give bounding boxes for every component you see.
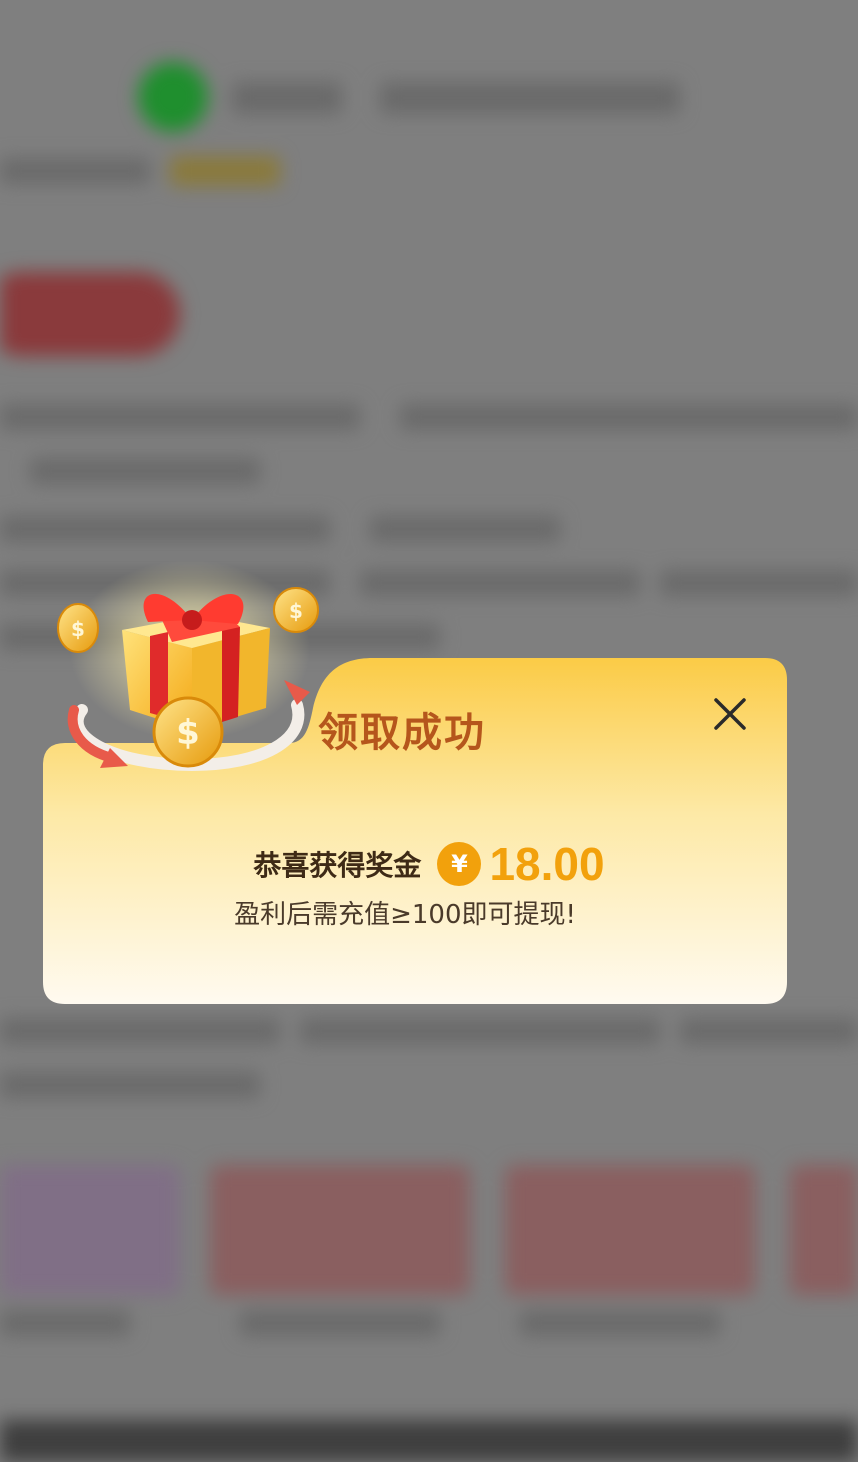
prize-label: 恭喜获得奖金 xyxy=(253,849,422,882)
yen-coin-icon: ¥ xyxy=(437,842,482,886)
dialog-title: 领取成功 xyxy=(318,710,486,756)
close-button[interactable] xyxy=(708,692,752,736)
withdraw-note: 盈利后需充值≥100即可提现! xyxy=(234,900,576,930)
gift-box-illustration: $ $ $ xyxy=(57,560,319,772)
close-icon xyxy=(714,698,746,730)
reward-dialog: $ $ $ 领取成功 恭喜获得奖金 ¥ 18.00 盈利后需充值≥100即可提现… xyxy=(0,0,858,1462)
prize-row: 恭喜获得奖金 ¥ 18.00 xyxy=(0,836,858,892)
svg-text:$: $ xyxy=(289,599,303,623)
prize-amount: 18.00 xyxy=(489,838,605,890)
svg-text:$: $ xyxy=(176,713,200,753)
svg-text:$: $ xyxy=(71,617,85,641)
